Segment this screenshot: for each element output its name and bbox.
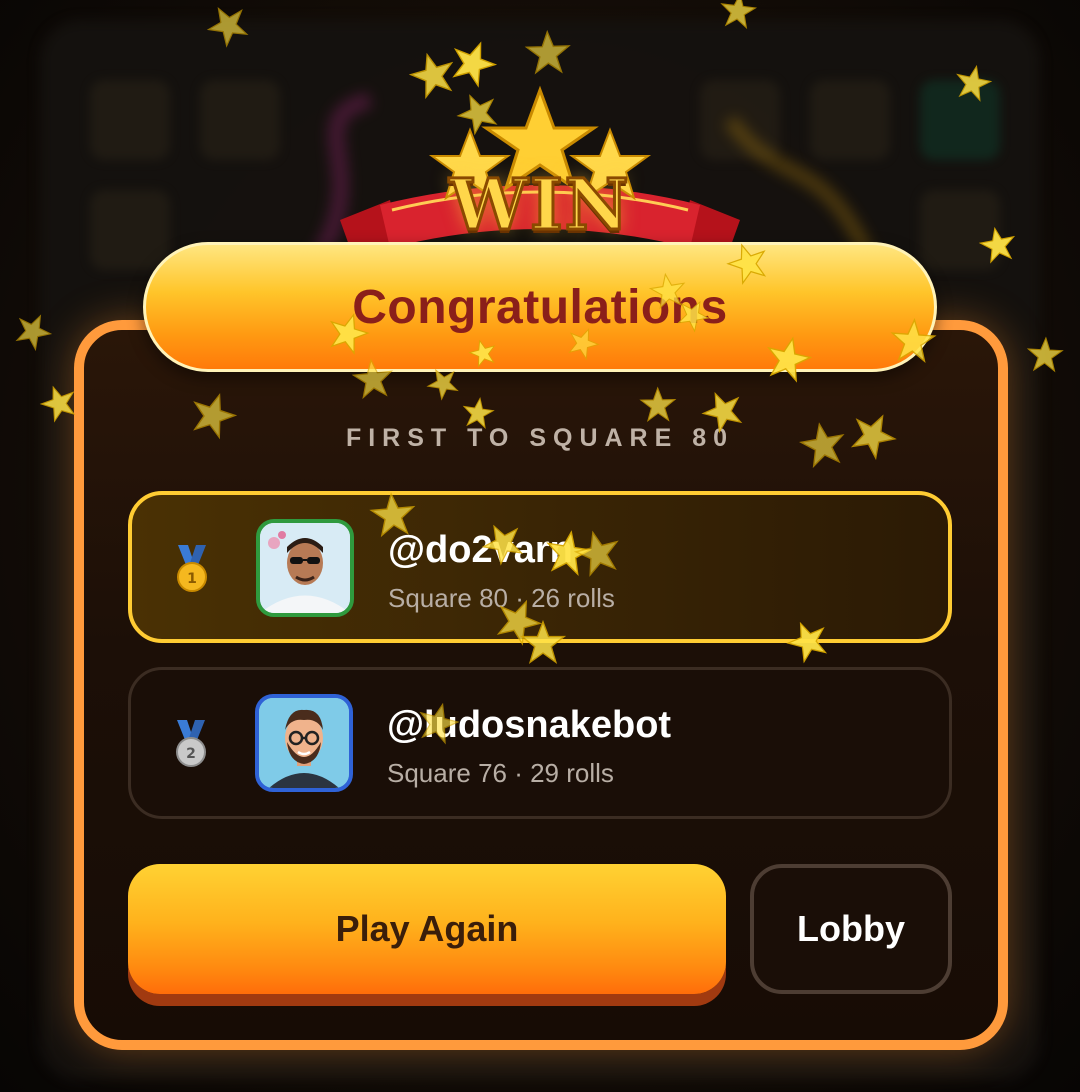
silver-medal-icon: 2 xyxy=(176,720,206,767)
gold-medal-icon: 1 xyxy=(177,545,207,592)
board-cell xyxy=(90,190,170,270)
player-row-first: 1 @do2varn Square 80 · 26 rolls xyxy=(128,491,952,643)
board-cell xyxy=(920,80,1000,160)
congratulations-header: Congratulations xyxy=(143,242,937,372)
player-stats: Square 80 · 26 rolls xyxy=(388,583,615,613)
board-cell xyxy=(200,80,280,160)
lobby-button[interactable]: Lobby xyxy=(750,864,952,994)
bot-stats: Square 76 · 29 rolls xyxy=(387,758,614,788)
bot-avatar xyxy=(255,694,353,792)
board-cell xyxy=(920,190,1000,270)
board-cell xyxy=(90,80,170,160)
player-row-second: 2 @ludosnakebot Square 76 · 29 rolls xyxy=(128,667,952,819)
game-over-screen: WIN Congratulations FIRST TO SQUARE 80 1 xyxy=(0,0,1080,1092)
svg-text:1: 1 xyxy=(187,571,197,587)
player-avatar xyxy=(256,519,354,617)
player-username: @do2varn xyxy=(388,529,573,571)
svg-text:2: 2 xyxy=(186,746,196,762)
play-again-button[interactable]: Play Again xyxy=(128,864,726,994)
congratulations-title: Congratulations xyxy=(352,280,728,334)
win-label: WIN xyxy=(448,163,631,246)
lobby-label: Lobby xyxy=(797,908,905,949)
play-again-label: Play Again xyxy=(335,908,519,949)
win-condition-subtitle: FIRST TO SQUARE 80 xyxy=(345,424,735,452)
bot-username: @ludosnakebot xyxy=(387,704,672,746)
